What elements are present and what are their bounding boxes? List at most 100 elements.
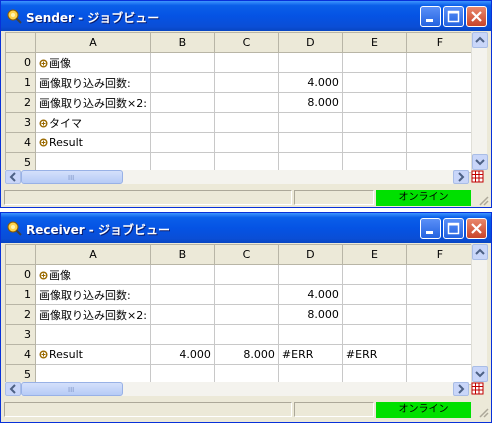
vertical-scrollbar[interactable] [471,32,488,170]
grid-cell-a2[interactable]: 画像取り込み回数×2: [35,92,151,113]
row-header[interactable]: 1 [5,72,36,93]
column-header-e[interactable]: E [341,32,407,53]
grid-cell-c3[interactable] [213,112,279,133]
grid-cell-f0[interactable] [405,264,474,285]
column-header-c[interactable]: C [213,32,279,53]
grid-cell-f2[interactable] [405,304,474,325]
grid-cell-f4[interactable] [405,344,474,365]
grid-cell-e0[interactable] [341,264,407,285]
grid-cell-e0[interactable] [341,52,407,73]
grid-cell-c3[interactable] [213,324,279,345]
grid-cell-c1[interactable] [213,72,279,93]
horizontal-scrollbar[interactable]: III [5,382,469,396]
scroll-right-button[interactable] [453,382,469,396]
scroll-down-button[interactable] [472,366,488,382]
grid-cell-a1[interactable]: 画像取り込み回数: [35,72,151,93]
row-header[interactable]: 0 [5,264,36,285]
grid-cell-a3[interactable] [35,324,151,345]
grid-cell-d0[interactable] [277,52,343,73]
scroll-left-button[interactable] [5,170,21,184]
row-header[interactable]: 3 [5,324,36,345]
grid-cell-f3[interactable] [405,324,474,345]
column-header-f[interactable]: F [405,32,474,53]
row-header[interactable]: 4 [5,344,36,365]
grid-cell-d2[interactable]: 8.000 [277,92,343,113]
scroll-up-button[interactable] [472,244,488,260]
horizontal-scrollbar[interactable]: III [5,170,469,184]
grid-cell-d4[interactable]: #ERR [277,344,343,365]
row-header[interactable]: 2 [5,304,36,325]
grid-cell-b4[interactable] [149,132,215,153]
grid-cell-e4[interactable]: #ERR [341,344,407,365]
grid-cell-d3[interactable] [277,324,343,345]
row-header[interactable]: 3 [5,112,36,133]
grid-cell-f0[interactable] [405,52,474,73]
scroll-down-button[interactable] [472,154,488,170]
grid-cell-c4[interactable] [213,132,279,153]
scroll-thumb[interactable]: III [21,170,123,184]
close-button[interactable] [466,6,487,27]
title-bar[interactable]: Receiver - ジョブビュー [1,213,491,243]
grid-view-button[interactable] [471,170,487,184]
grid-cell-b2[interactable] [149,304,215,325]
grid-cell-e1[interactable] [341,284,407,305]
scroll-thumb[interactable]: III [21,382,123,396]
grid-cell-d4[interactable] [277,132,343,153]
grid-cell-d0[interactable] [277,264,343,285]
resize-grip-icon[interactable] [477,406,489,418]
grid-cell-b3[interactable] [149,324,215,345]
grid-cell-b3[interactable] [149,112,215,133]
grid-cell-e3[interactable] [341,112,407,133]
maximize-button[interactable] [443,218,464,239]
grid-cell-e2[interactable] [341,92,407,113]
column-header-b[interactable]: B [149,244,215,265]
grid-cell-c1[interactable] [213,284,279,305]
grid-cell-f2[interactable] [405,92,474,113]
grid-cell-a0[interactable]: 画像 [35,52,151,73]
grid-cell-d3[interactable] [277,112,343,133]
grid-cell-a2[interactable]: 画像取り込み回数×2: [35,304,151,325]
grid-cell-f1[interactable] [405,284,474,305]
minimize-button[interactable] [420,6,441,27]
row-header[interactable]: 4 [5,132,36,153]
grid-cell-b2[interactable] [149,92,215,113]
scroll-right-button[interactable] [453,170,469,184]
grid-cell-c2[interactable] [213,304,279,325]
grid-corner[interactable] [5,32,36,53]
vertical-scrollbar[interactable] [471,244,488,382]
column-header-d[interactable]: D [277,32,343,53]
grid-cell-f1[interactable] [405,72,474,93]
column-header-a[interactable]: A [35,244,151,265]
title-bar[interactable]: Sender - ジョブビュー [1,1,491,31]
grid-cell-a4[interactable]: Result [35,344,151,365]
close-button[interactable] [466,218,487,239]
grid-cell-d1[interactable]: 4.000 [277,72,343,93]
column-header-c[interactable]: C [213,244,279,265]
column-header-e[interactable]: E [341,244,407,265]
row-header[interactable]: 2 [5,92,36,113]
grid-cell-b0[interactable] [149,264,215,285]
grid-cell-e3[interactable] [341,324,407,345]
grid-cell-b1[interactable] [149,72,215,93]
row-header[interactable]: 0 [5,52,36,73]
grid-cell-d2[interactable]: 8.000 [277,304,343,325]
grid-cell-c0[interactable] [213,264,279,285]
maximize-button[interactable] [443,6,464,27]
grid-cell-e4[interactable] [341,132,407,153]
grid-cell-a4[interactable]: Result [35,132,151,153]
grid-cell-f3[interactable] [405,112,474,133]
grid-cell-a1[interactable]: 画像取り込み回数: [35,284,151,305]
grid-cell-c4[interactable]: 8.000 [213,344,279,365]
grid-cell-a3[interactable]: タイマ [35,112,151,133]
grid-cell-d1[interactable]: 4.000 [277,284,343,305]
grid-cell-c0[interactable] [213,52,279,73]
grid-cell-b1[interactable] [149,284,215,305]
grid-cell-b0[interactable] [149,52,215,73]
grid-cell-a0[interactable]: 画像 [35,264,151,285]
column-header-a[interactable]: A [35,32,151,53]
scroll-left-button[interactable] [5,382,21,396]
grid-cell-e2[interactable] [341,304,407,325]
grid-cell-c2[interactable] [213,92,279,113]
column-header-b[interactable]: B [149,32,215,53]
resize-grip-icon[interactable] [477,194,489,206]
